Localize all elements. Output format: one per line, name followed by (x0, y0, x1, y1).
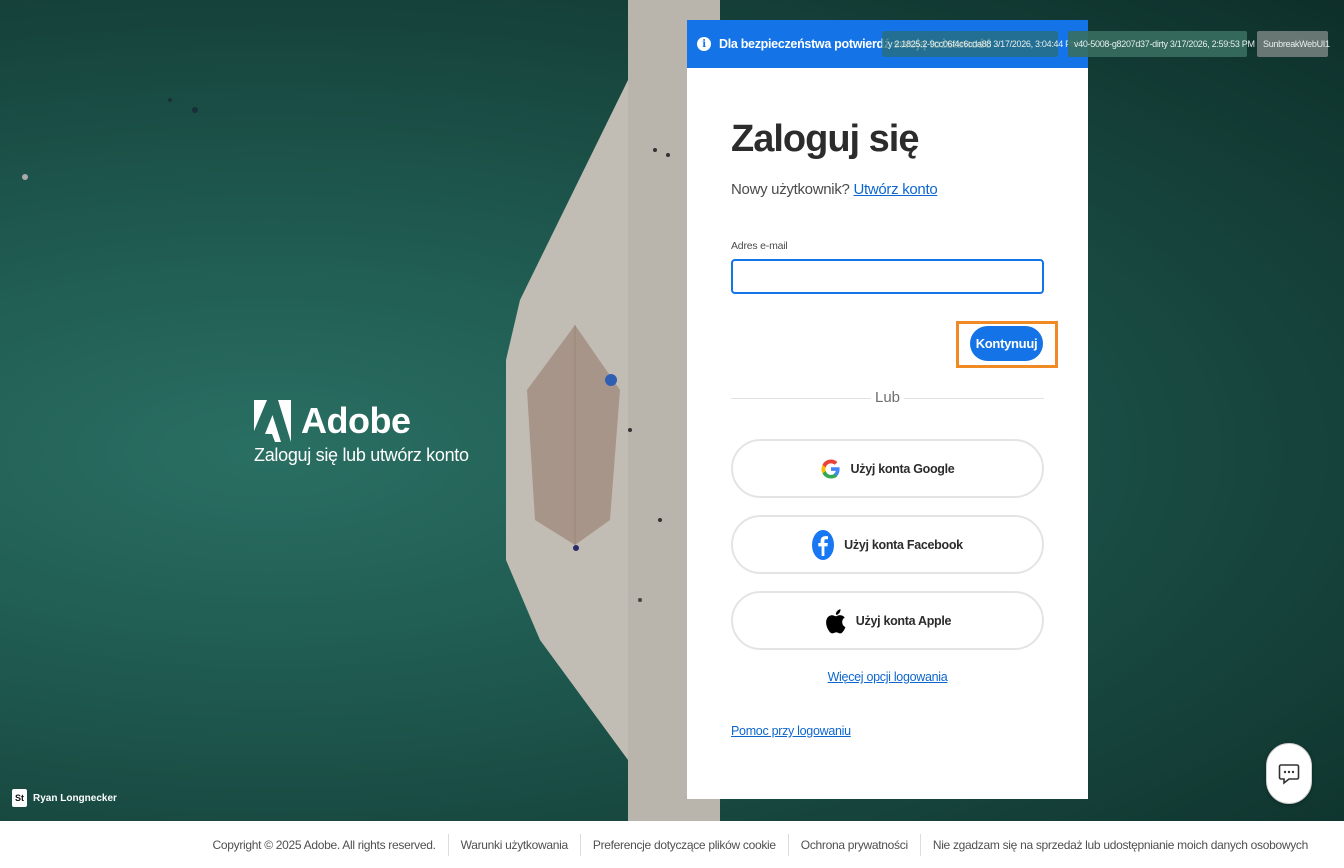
chat-bubble-icon (1278, 763, 1300, 785)
email-label: Adres e-mail (731, 240, 788, 252)
app-version-badge: v40-5008-g8207d37-dirty 3/17/2026, 2:59:… (1068, 31, 1255, 57)
more-signin-options-link[interactable]: Więcej opcji logowania (687, 670, 1088, 684)
create-account-link[interactable]: Utwórz konto (853, 181, 937, 198)
background-image (0, 0, 1344, 821)
continue-button[interactable]: Kontynuuj (970, 326, 1043, 361)
adobe-logo-icon (254, 400, 291, 442)
pier-illustration (22, 0, 845, 821)
build-version-badge: y 2.1825.2-9cc06f4c6cda88 3/17/2026, 3:0… (882, 31, 1078, 57)
brand-tagline: Zaloguj się lub utwórz konto (254, 445, 469, 465)
terms-of-use-link[interactable]: Warunki użytkowania (447, 833, 580, 856)
do-not-sell-link[interactable]: Nie zgadzam się na sprzedaż lub udostępn… (919, 833, 1320, 856)
login-card: i Dla bezpieczeństwa potwierdź swoją toż… (687, 20, 1088, 799)
or-label: Lub (871, 389, 904, 406)
info-icon: i (697, 37, 711, 51)
copyright-text: Copyright © 2025 Adobe. All rights reser… (212, 837, 436, 852)
facebook-signin-button[interactable]: Użyj konta Facebook (731, 515, 1044, 574)
or-divider: Lub (731, 389, 1044, 409)
new-user-prompt: Nowy użytkownik? Utwórz konto (731, 181, 938, 198)
apple-icon (825, 608, 846, 633)
cookie-preferences-link[interactable]: Preferencje dotyczące plików cookie (579, 833, 788, 856)
brand-name: Adobe (301, 400, 411, 441)
signin-help-link[interactable]: Pomoc przy logowaniu (731, 724, 851, 738)
stock-logo-icon: St (12, 789, 27, 807)
environment-badge: SunbreakWebUI1 (1257, 31, 1330, 57)
photo-credit[interactable]: St Ryan Longnecker (12, 789, 117, 807)
apple-signin-label: Użyj konta Apple (855, 613, 952, 628)
google-signin-label: Użyj konta Google (850, 461, 955, 476)
new-user-label: Nowy użytkownik? (731, 181, 850, 198)
brand-lockup: Adobe Zaloguj się lub utwórz konto (254, 400, 469, 466)
page-footer: Copyright © 2025 Adobe. All rights reser… (0, 821, 1344, 868)
email-field[interactable] (731, 259, 1044, 294)
privacy-link[interactable]: Ochrona prywatności (787, 833, 920, 856)
google-signin-button[interactable]: Użyj konta Google (731, 439, 1044, 498)
chat-button[interactable] (1266, 743, 1312, 804)
facebook-icon (812, 529, 835, 560)
apple-signin-button[interactable]: Użyj konta Apple (731, 591, 1044, 650)
photographer-name: Ryan Longnecker (33, 792, 117, 804)
page-title: Zaloguj się (731, 118, 919, 160)
facebook-signin-label: Użyj konta Facebook (844, 537, 963, 552)
google-icon (821, 459, 840, 478)
